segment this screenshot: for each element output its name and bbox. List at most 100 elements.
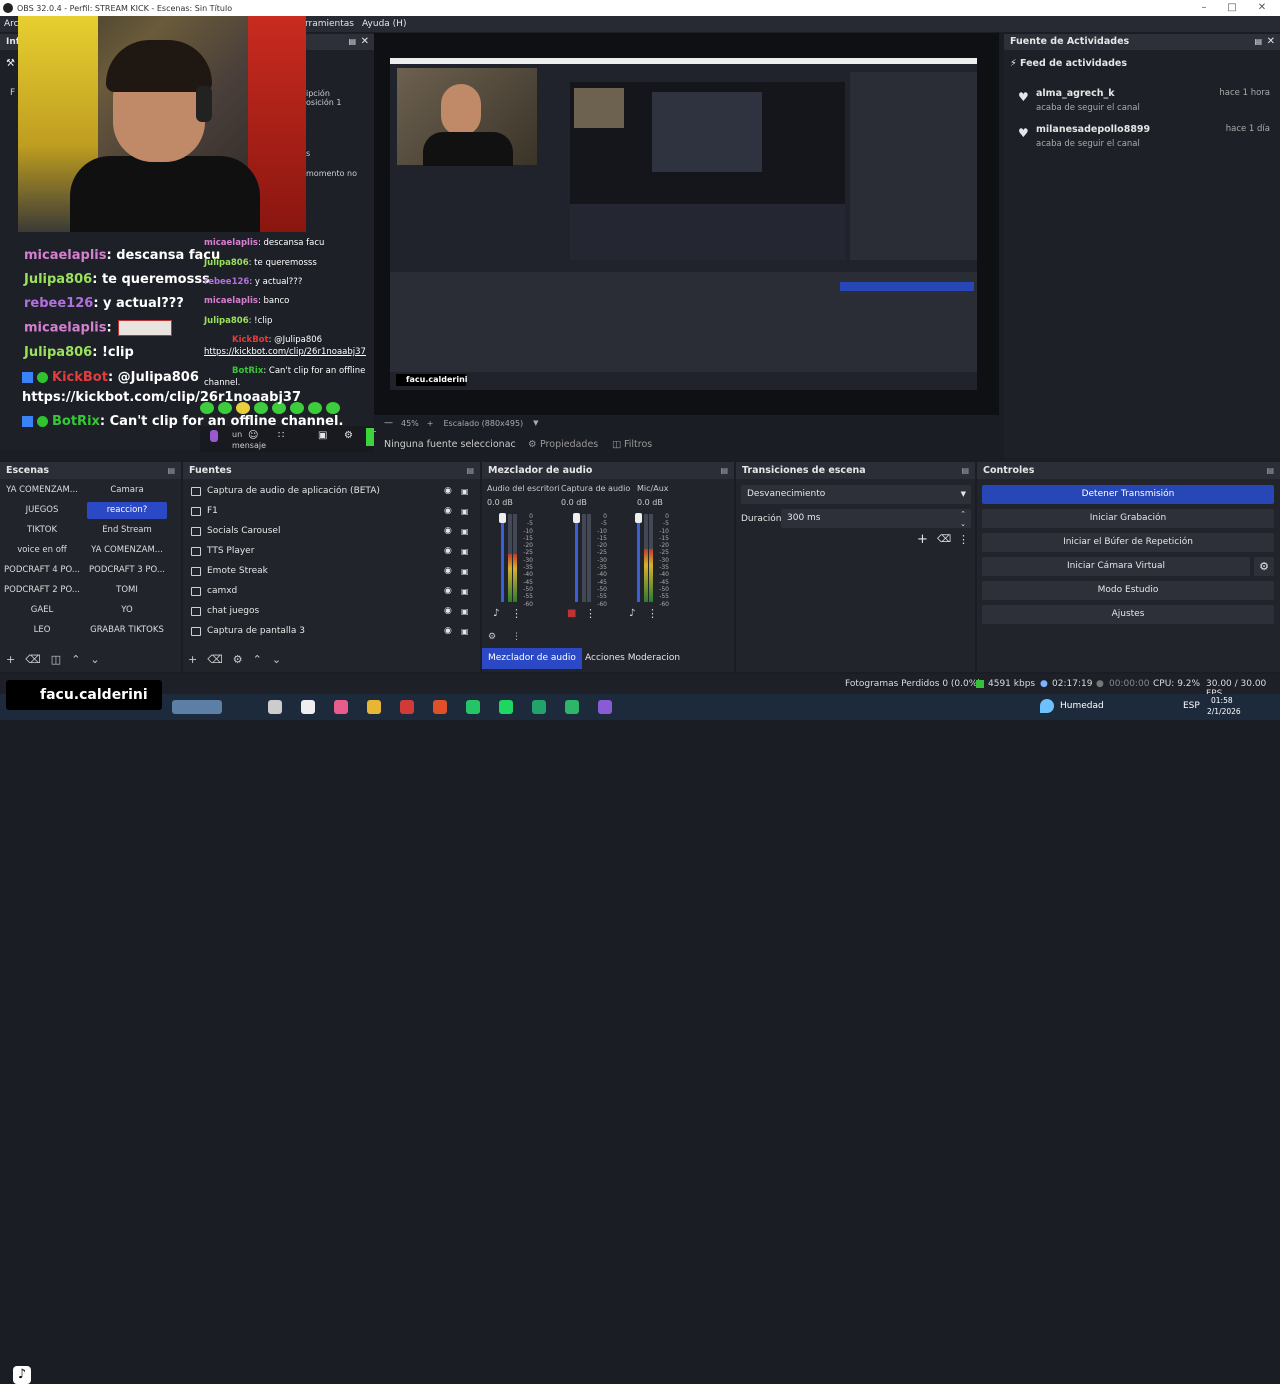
visibility-eye-icon[interactable]: ◉ [444, 626, 452, 636]
visibility-eye-icon[interactable]: ◉ [444, 586, 452, 596]
visibility-eye-icon[interactable]: ◉ [444, 486, 452, 496]
scene-item[interactable]: YA COMENZAM... [2, 482, 82, 499]
whatsapp-icon[interactable] [466, 700, 480, 714]
dock-float-icon[interactable]: ▤ [348, 34, 356, 50]
up-icon[interactable]: ⌃ [71, 653, 80, 666]
scene-item[interactable]: PODCRAFT 2 PO... [2, 582, 82, 599]
source-item[interactable]: Captura de audio de aplicación (BETA) ◉ ▣ [186, 481, 476, 501]
visibility-eye-icon[interactable]: ◉ [444, 526, 452, 536]
source-item[interactable]: camxd ◉ ▣ [186, 581, 476, 601]
menu-item-archivo[interactable]: Arc [4, 19, 19, 29]
transition-select[interactable]: Desvanecimiento ▼ [741, 485, 971, 504]
source-item[interactable]: F1 ◉ ▣ [186, 501, 476, 521]
speaker-icon[interactable]: ♪ [493, 608, 499, 619]
lock-icon[interactable]: ▣ [461, 607, 469, 616]
minecraft-icon[interactable] [565, 700, 579, 714]
spotify-icon[interactable] [499, 700, 513, 714]
visibility-eye-icon[interactable]: ◉ [444, 506, 452, 516]
tab-acciones[interactable]: Acciones Moderacion [579, 648, 686, 669]
scene-item[interactable]: PODCRAFT 3 PO... [87, 562, 167, 579]
emoji-icon[interactable]: ☺ [248, 430, 258, 441]
fader-knob[interactable] [499, 513, 506, 523]
gear-icon[interactable]: ⚙ [1254, 557, 1274, 576]
add-icon[interactable]: + [188, 653, 197, 666]
virtual-camera-button[interactable]: Iniciar Cámara Virtual [982, 557, 1250, 576]
scene-item[interactable]: End Stream [87, 522, 167, 539]
start-icon[interactable] [172, 700, 222, 714]
scene-item[interactable]: Camara [87, 482, 167, 499]
down-icon[interactable]: ⌄ [272, 653, 281, 666]
studio-mode-button[interactable]: Modo Estudio [982, 581, 1274, 600]
scene-item[interactable]: TOMI [87, 582, 167, 599]
mixer-menu-icon[interactable]: ⋮ [512, 632, 521, 642]
lock-icon[interactable]: ▣ [461, 527, 469, 536]
discord-icon[interactable] [598, 700, 612, 714]
source-item[interactable]: chat juegos ◉ ▣ [186, 601, 476, 621]
scene-item[interactable]: reaccion? [87, 502, 167, 519]
visibility-eye-icon[interactable]: ◉ [444, 546, 452, 556]
filters-button[interactable]: Filtros [624, 439, 652, 450]
add-icon[interactable]: + [6, 653, 15, 666]
speaker-icon[interactable]: ♪ [629, 608, 635, 619]
clock-date[interactable]: 2/1/2026 [1207, 707, 1241, 716]
browser-icon[interactable] [301, 700, 315, 714]
menu-item-ayuda[interactable]: Ayuda (H) [362, 19, 406, 29]
dock-float-icon[interactable]: ▤ [961, 462, 969, 479]
fader-knob[interactable] [573, 513, 580, 523]
dock-float-icon[interactable]: ▤ [167, 462, 175, 479]
zoom-level[interactable]: 45% [401, 419, 419, 428]
scene-item[interactable]: JUEGOS [2, 502, 82, 519]
lock-icon[interactable]: ▣ [461, 567, 469, 576]
chat-input-bar[interactable]: un mensaje ☺ ∷ ▣ ⚙ [200, 426, 376, 452]
visibility-eye-icon[interactable]: ◉ [444, 606, 452, 616]
trash-icon[interactable]: ⌫ [207, 653, 223, 666]
lock-icon[interactable]: ▣ [461, 487, 469, 496]
volume-fader[interactable] [575, 514, 578, 602]
tool-icon[interactable]: ⚒ [6, 58, 15, 69]
source-item[interactable]: Socials Carousel ◉ ▣ [186, 521, 476, 541]
scene-item[interactable]: YA COMENZAM... [87, 542, 167, 559]
settings-icon[interactable]: ⚙ [344, 430, 353, 441]
scale-select[interactable]: Escalado (880x495) [443, 419, 523, 428]
source-item[interactable]: Captura de pantalla 3 ◉ ▣ [186, 621, 476, 641]
up-icon[interactable]: ⌃ [253, 653, 262, 666]
lock-icon[interactable]: ▣ [461, 627, 469, 636]
channel-menu-icon[interactable]: ⋮ [647, 607, 658, 620]
volume-fader[interactable] [501, 514, 504, 602]
filter-icon[interactable]: ◫ [612, 439, 621, 450]
zoom-minus[interactable]: — [384, 418, 393, 428]
visibility-eye-icon[interactable]: ◉ [444, 566, 452, 576]
trash-icon[interactable]: ⌫ [25, 653, 41, 666]
lock-icon[interactable]: ▣ [461, 507, 469, 516]
add-icon[interactable]: + [917, 532, 928, 547]
folder-icon[interactable] [367, 700, 381, 714]
chevron-down-icon[interactable]: ▼ [533, 419, 538, 427]
stop-streaming-button[interactable]: Detener Transmisión [982, 485, 1274, 504]
menu-item-herramientas[interactable]: rramientas [305, 19, 354, 29]
lock-icon[interactable]: ▣ [461, 547, 469, 556]
channel-menu-icon[interactable]: ⋮ [511, 607, 522, 620]
start-recording-button[interactable]: Iniciar Grabación [982, 509, 1274, 528]
filter-icon[interactable]: ◫ [51, 653, 61, 666]
replay-buffer-button[interactable]: Iniciar el Búfer de Repetición [982, 533, 1274, 552]
channel-menu-icon[interactable]: ⋮ [585, 607, 596, 620]
trash-icon[interactable]: ⌫ [937, 534, 951, 545]
clock-time[interactable]: 01:58 [1211, 696, 1233, 705]
task-view-icon[interactable] [268, 700, 282, 714]
chat-message[interactable]: https://kickbot.com/clip/26r1noaabj37 [204, 347, 366, 357]
volume-fader[interactable] [637, 514, 640, 602]
dock-close-icon[interactable]: ✕ [1267, 34, 1275, 50]
fader-knob[interactable] [635, 513, 642, 523]
scene-item[interactable]: voice en off [2, 542, 82, 559]
muted-speaker-icon[interactable]: ■ [567, 608, 576, 619]
duration-input[interactable]: 300 ms ⌃ ⌄ [781, 509, 971, 528]
scene-item[interactable]: PODCRAFT 4 PO... [2, 562, 82, 579]
scene-item[interactable]: GRABAR TIKTOKS [87, 622, 167, 639]
down-icon[interactable]: ⌄ [960, 515, 966, 534]
tab-mezclador[interactable]: Mezclador de audio [482, 648, 582, 669]
dock-float-icon[interactable]: ▤ [466, 462, 474, 479]
zoom-plus[interactable]: + [427, 419, 434, 428]
scene-item[interactable]: GAEL [2, 602, 82, 619]
dock-float-icon[interactable]: ▤ [1266, 462, 1274, 479]
weather-icon[interactable] [1040, 699, 1054, 713]
